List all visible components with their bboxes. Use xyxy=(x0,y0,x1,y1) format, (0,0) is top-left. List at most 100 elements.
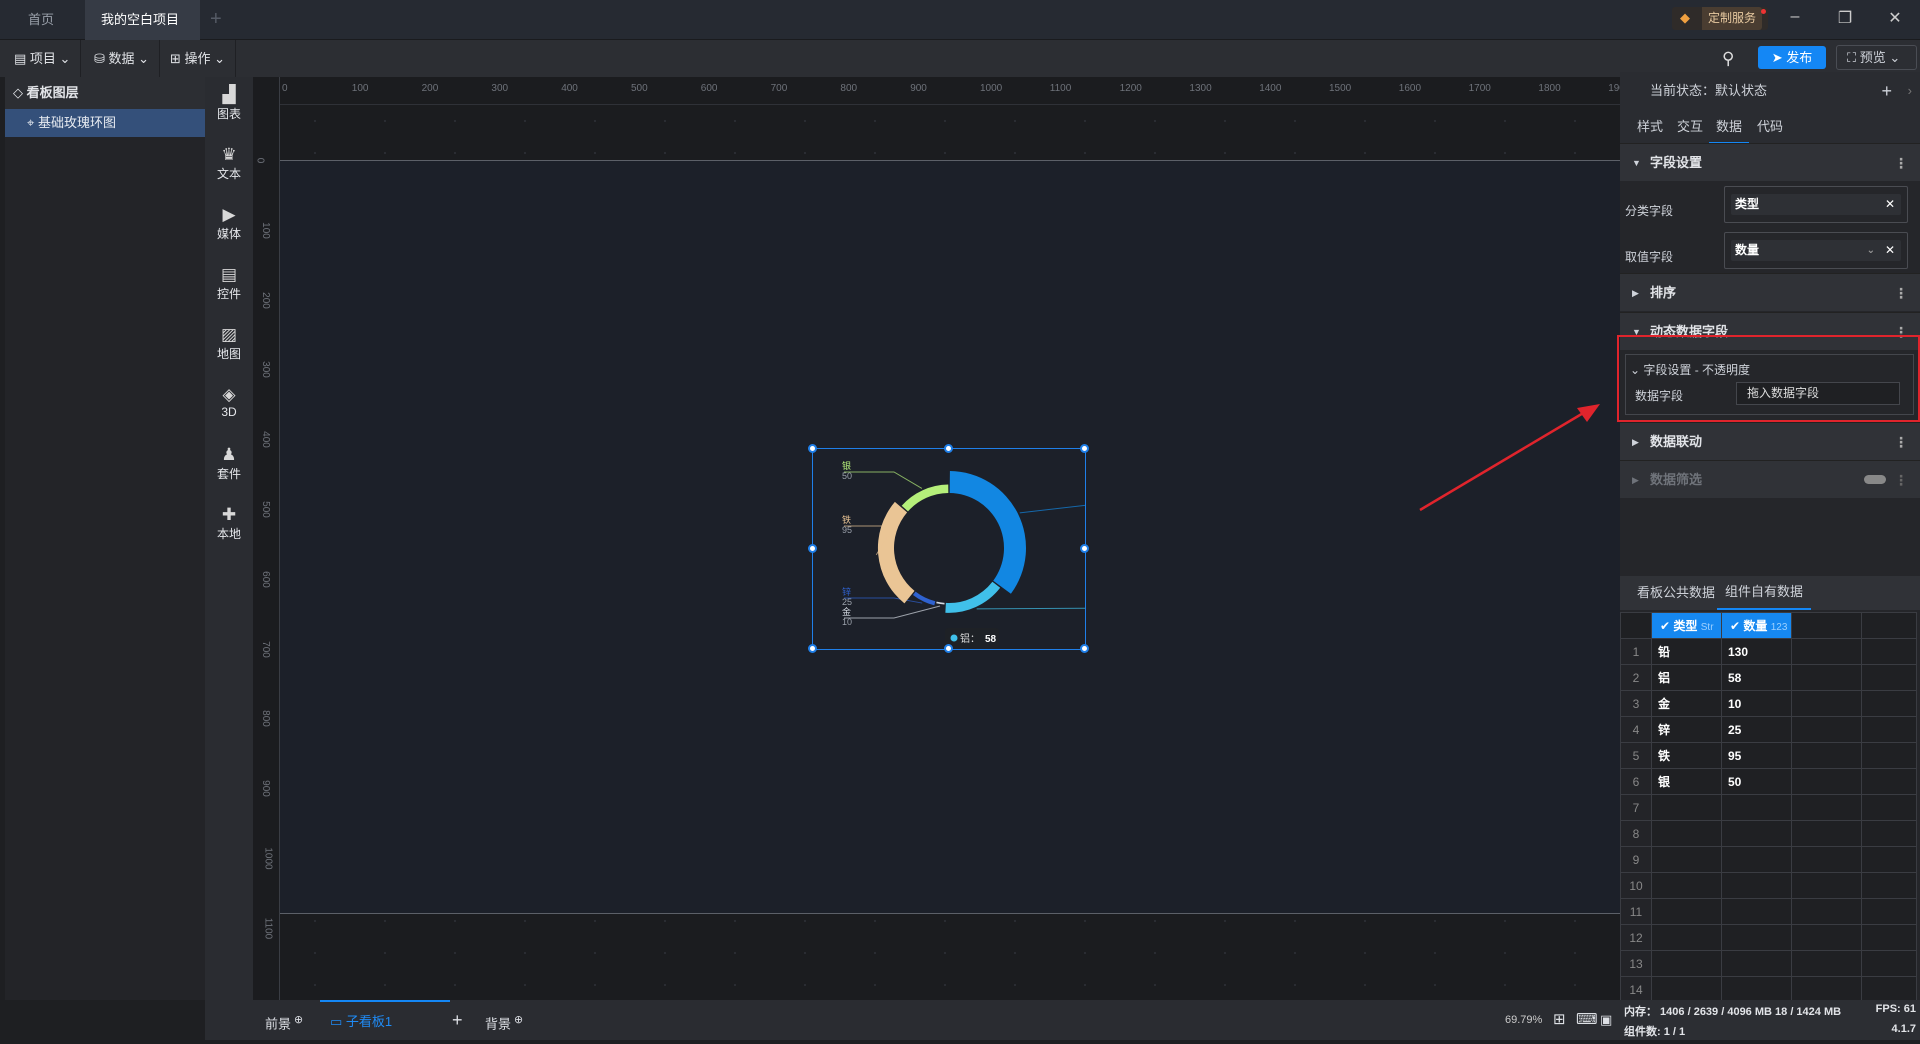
selection-box[interactable] xyxy=(808,444,1089,653)
table-cell[interactable]: 锌 xyxy=(1651,716,1722,743)
more-icon[interactable]: ⋮ xyxy=(1894,461,1908,499)
table-cell[interactable] xyxy=(1651,924,1722,951)
table-cell[interactable] xyxy=(1721,924,1792,951)
table-row[interactable]: 3 金 10 xyxy=(1620,690,1917,717)
column-header[interactable]: ✔ 数量 123 xyxy=(1721,612,1792,639)
table-cell[interactable] xyxy=(1721,976,1792,1003)
table-cell[interactable] xyxy=(1861,846,1917,873)
table-cell[interactable] xyxy=(1791,924,1862,951)
table-cell[interactable]: 铅 xyxy=(1651,638,1722,665)
table-cell[interactable] xyxy=(1861,690,1917,717)
table-cell[interactable] xyxy=(1791,794,1862,821)
foreground-tab[interactable]: 前景 ⊕ xyxy=(265,1000,303,1040)
resize-handle[interactable] xyxy=(808,444,817,453)
menu-project[interactable]: ▤ 项目 ⌄ xyxy=(4,40,82,77)
table-cell[interactable] xyxy=(1651,846,1722,873)
table-cell[interactable] xyxy=(1721,950,1792,977)
table-cell[interactable] xyxy=(1861,820,1917,847)
add-state-button[interactable]: + xyxy=(1881,72,1892,110)
resize-handle[interactable] xyxy=(1080,544,1089,553)
tab-style[interactable]: 样式 xyxy=(1637,110,1663,144)
tab-project[interactable]: 我的空白项目 xyxy=(85,0,200,64)
table-cell[interactable] xyxy=(1861,924,1917,951)
component-suite[interactable]: ♟ 套件 xyxy=(205,445,253,482)
table-cell[interactable] xyxy=(1721,794,1792,821)
table-cell[interactable] xyxy=(1791,976,1862,1003)
tab-code[interactable]: 代码 xyxy=(1757,110,1783,144)
more-icon[interactable]: ⋮ xyxy=(1894,423,1908,461)
tab-data[interactable]: 数据 xyxy=(1709,110,1749,144)
chevron-down-icon[interactable]: ⌄ xyxy=(1867,240,1875,261)
component-control[interactable]: ▤ 控件 xyxy=(205,265,253,302)
table-cell[interactable] xyxy=(1791,872,1862,899)
table-cell[interactable]: 95 xyxy=(1721,742,1792,769)
resize-handle[interactable] xyxy=(1080,444,1089,453)
search-icon[interactable]: ⚲ xyxy=(1722,49,1734,69)
table-cell[interactable] xyxy=(1861,716,1917,743)
table-cell[interactable] xyxy=(1861,742,1917,769)
table-cell[interactable] xyxy=(1791,690,1862,717)
table-row[interactable]: 11 xyxy=(1620,898,1917,925)
table-cell[interactable] xyxy=(1651,976,1722,1003)
preview-button[interactable]: ⛶ 预览 ⌄ xyxy=(1836,45,1917,70)
table-row[interactable]: 8 xyxy=(1620,820,1917,847)
menu-data[interactable]: ⛁ 数据 ⌄ xyxy=(84,40,161,77)
layer-item[interactable]: ⌖ 基础玫瑰环图 xyxy=(5,109,205,137)
table-cell[interactable] xyxy=(1791,846,1862,873)
section-linkage[interactable]: ▶ 数据联动 ⋮ xyxy=(1620,422,1920,460)
minimize-button[interactable]: – xyxy=(1780,8,1810,26)
table-cell[interactable] xyxy=(1861,664,1917,691)
table-cell[interactable]: 130 xyxy=(1721,638,1792,665)
add-circle-icon[interactable]: ⊕ xyxy=(291,1014,303,1026)
table-cell[interactable] xyxy=(1721,820,1792,847)
resize-handle[interactable] xyxy=(944,644,953,653)
background-tab[interactable]: 背景 ⊕ xyxy=(485,1000,523,1040)
component-cube[interactable]: ◈ 3D xyxy=(205,385,253,419)
component-map[interactable]: ▨ 地图 xyxy=(205,325,253,362)
category-field-input[interactable]: 类型 ✕ xyxy=(1724,186,1908,223)
tab-home[interactable]: 首页 xyxy=(12,0,70,40)
table-cell[interactable]: 银 xyxy=(1651,768,1722,795)
table-cell[interactable] xyxy=(1791,742,1862,769)
component-text[interactable]: ♛ 文本 xyxy=(205,145,253,182)
table-cell[interactable] xyxy=(1651,950,1722,977)
table-row[interactable]: 2 铝 58 xyxy=(1620,664,1917,691)
column-header[interactable] xyxy=(1791,612,1862,639)
table-cell[interactable]: 铝 xyxy=(1651,664,1722,691)
terminal-icon[interactable]: ▣ xyxy=(1600,1000,1612,1040)
table-cell[interactable]: 金 xyxy=(1651,690,1722,717)
component-puzzle[interactable]: ✚ 本地 xyxy=(205,505,253,542)
table-cell[interactable]: 50 xyxy=(1721,768,1792,795)
more-icon[interactable]: ⋮ xyxy=(1894,274,1908,312)
value-field-select[interactable]: 数量 ⌄ ✕ xyxy=(1724,232,1908,269)
tab-own-data[interactable]: 组件自有数据 xyxy=(1717,576,1812,610)
resize-handle[interactable] xyxy=(944,444,953,453)
fit-screen-icon[interactable]: ⊞ xyxy=(1553,1000,1566,1040)
component-chart[interactable]: ▟ 图表 xyxy=(205,85,253,122)
table-cell[interactable] xyxy=(1861,950,1917,977)
table-cell[interactable] xyxy=(1861,976,1917,1003)
table-cell[interactable]: 58 xyxy=(1721,664,1792,691)
table-cell[interactable] xyxy=(1861,872,1917,899)
table-cell[interactable] xyxy=(1651,794,1722,821)
chevron-right-icon[interactable]: › xyxy=(1908,72,1912,110)
close-button[interactable]: ✕ xyxy=(1880,8,1910,28)
table-cell[interactable] xyxy=(1791,716,1862,743)
table-cell[interactable] xyxy=(1791,820,1862,847)
table-row[interactable]: 13 xyxy=(1620,950,1917,977)
table-row[interactable]: 6 银 50 xyxy=(1620,768,1917,795)
table-cell[interactable]: 10 xyxy=(1721,690,1792,717)
filter-toggle[interactable] xyxy=(1864,475,1886,484)
section-field-settings[interactable]: ▼ 字段设置 ⋮ xyxy=(1620,143,1920,181)
menu-operation[interactable]: ⊞ 操作 ⌄ xyxy=(160,40,237,77)
table-row[interactable]: 7 xyxy=(1620,794,1917,821)
table-cell[interactable] xyxy=(1651,898,1722,925)
component-media[interactable]: ▶ 媒体 xyxy=(205,205,253,242)
table-row[interactable]: 4 锌 25 xyxy=(1620,716,1917,743)
add-tab-button[interactable]: + xyxy=(210,8,222,31)
table-row[interactable]: 9 xyxy=(1620,846,1917,873)
table-cell[interactable] xyxy=(1861,794,1917,821)
table-cell[interactable] xyxy=(1651,820,1722,847)
table-cell[interactable] xyxy=(1721,846,1792,873)
table-cell[interactable] xyxy=(1861,898,1917,925)
